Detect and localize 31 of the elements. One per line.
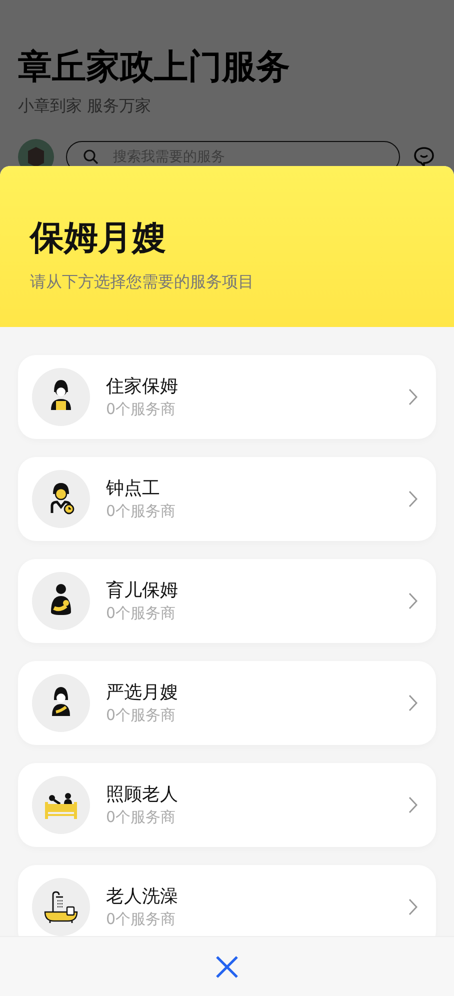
chevron-right-icon <box>408 388 418 406</box>
app-title: 章丘家政上门服务 <box>18 46 291 89</box>
service-name: 严选月嫂 <box>106 681 178 705</box>
provider-count: 0个服务商 <box>106 705 176 725</box>
chevron-right-icon <box>408 796 418 814</box>
chevron-right-icon <box>408 694 418 712</box>
sheet-title: 保姆月嫂 <box>30 218 167 258</box>
provider-count: 0个服务商 <box>106 501 176 521</box>
provider-count: 0个服务商 <box>106 909 176 929</box>
service-name: 住家保姆 <box>106 375 178 399</box>
service-name: 钟点工 <box>106 477 160 501</box>
service-name: 老人洗澡 <box>106 885 178 909</box>
provider-count: 0个服务商 <box>106 603 176 623</box>
app-slogan: 小章到家 服务万家 <box>18 96 152 117</box>
service-card[interactable]: 严选月嫂 0个服务商 <box>18 661 436 745</box>
close-icon[interactable] <box>214 954 240 980</box>
provider-count: 0个服务商 <box>106 399 176 419</box>
service-name: 照顾老人 <box>106 783 178 807</box>
service-card[interactable]: 照顾老人 0个服务商 <box>18 763 436 847</box>
search-icon <box>83 149 99 165</box>
sheet-subtitle: 请从下方选择您需要的服务项目 <box>30 272 255 293</box>
chevron-right-icon <box>408 592 418 610</box>
service-card[interactable]: 老人洗澡 0个服务商 <box>18 865 436 936</box>
service-card[interactable]: 住家保姆 0个服务商 <box>18 355 436 439</box>
service-card[interactable]: 钟点工 0个服务商 <box>18 457 436 541</box>
chat-icon[interactable] <box>412 145 436 169</box>
service-card[interactable]: 育儿保姆 0个服务商 <box>18 559 436 643</box>
service-name: 育儿保姆 <box>106 579 178 603</box>
chevron-right-icon <box>408 490 418 508</box>
chevron-right-icon <box>408 898 418 916</box>
provider-count: 0个服务商 <box>106 807 176 827</box>
